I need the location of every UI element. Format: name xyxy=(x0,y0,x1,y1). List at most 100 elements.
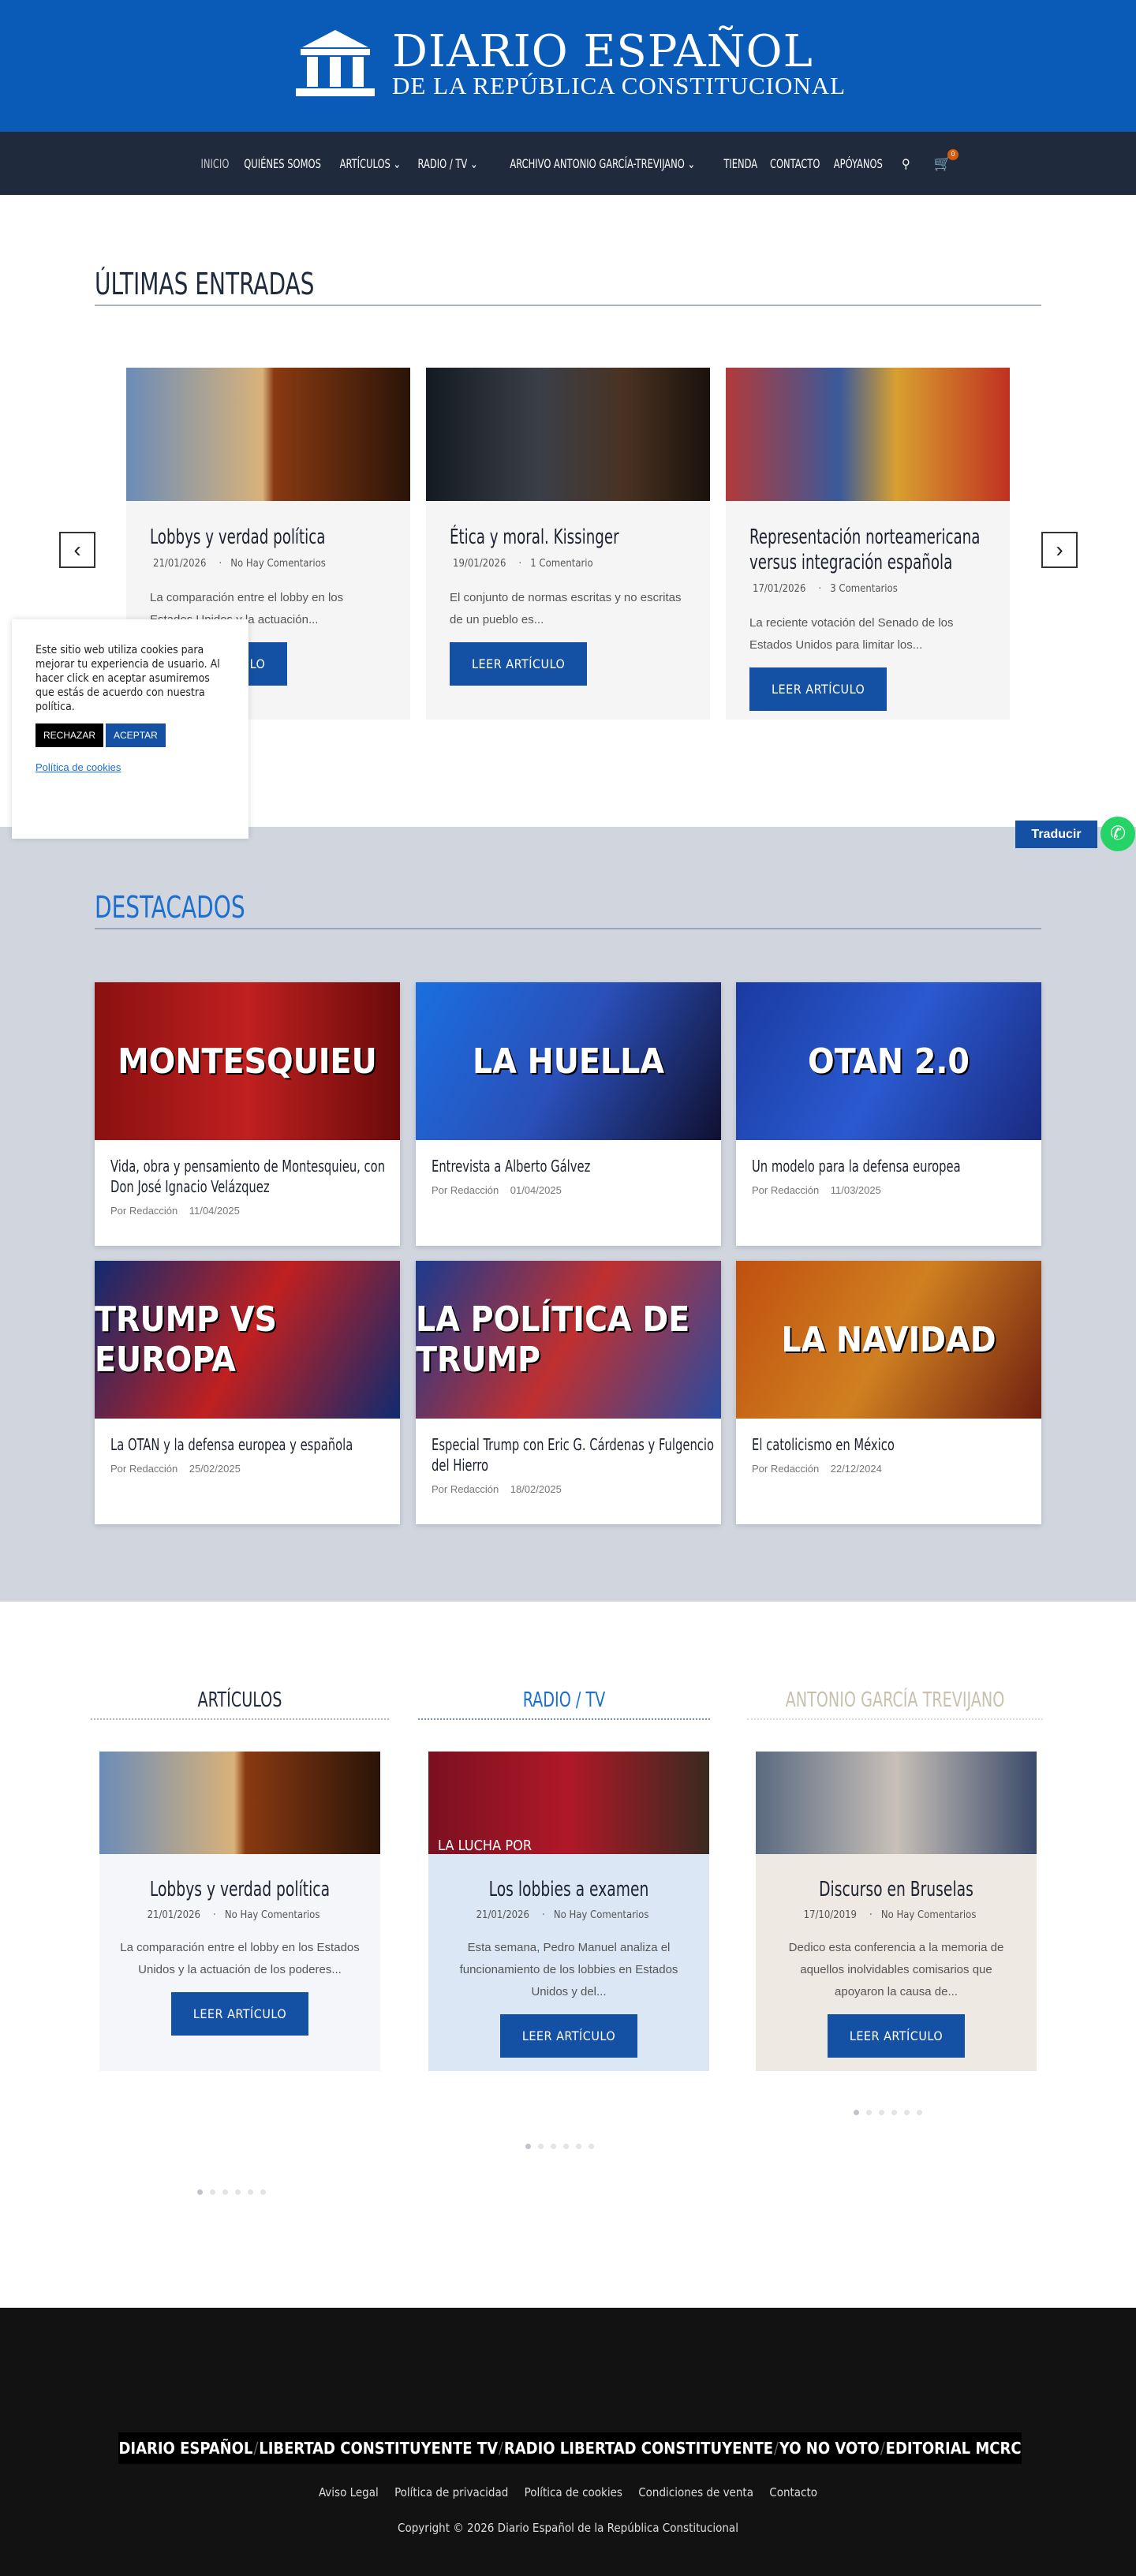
post-date: 22/12/2024 xyxy=(830,1463,882,1475)
post-title[interactable]: Discurso en Bruselas xyxy=(784,1878,1009,1901)
post-author[interactable]: Por Redacción xyxy=(110,1205,178,1217)
nav-contacto[interactable]: Contacto xyxy=(770,156,820,171)
featured-post-card: LA HUELLA Entrevista a Alberto Gálvez Po… xyxy=(416,982,721,1246)
post-title[interactable]: Entrevista a Alberto Gálvez xyxy=(432,1156,732,1176)
post-image[interactable]: LA HUELLA xyxy=(416,982,721,1140)
translate-button[interactable]: Traducir xyxy=(1015,821,1097,848)
column-heading-articulos[interactable]: ARTÍCULOS xyxy=(118,1688,362,1712)
post-comments[interactable]: No Hay Comentarios xyxy=(225,1909,320,1921)
cookie-policy-link[interactable]: Política de cookies xyxy=(36,761,225,773)
footer-link[interactable]: Aviso Legal xyxy=(319,2485,379,2499)
read-article-button[interactable]: LEER ARTÍCULO xyxy=(170,1992,309,2036)
post-date: 11/04/2025 xyxy=(189,1205,240,1217)
post-image[interactable] xyxy=(726,368,1010,501)
column-post-card: Discurso en Bruselas 17/10/2019 · No Hay … xyxy=(756,1752,1037,2071)
post-title[interactable]: Ética y moral. Kissinger xyxy=(450,525,652,550)
carousel-dots[interactable] xyxy=(854,2110,922,2115)
nav-quienes-somos[interactable]: Quiénes somos xyxy=(244,156,321,171)
column-post-card: LA LUCHA POR Los lobbies a examen 21/01/… xyxy=(428,1752,709,2071)
column-divider xyxy=(747,1718,1043,1720)
post-excerpt: El conjunto de normas escritas y no escr… xyxy=(450,591,682,626)
post-date: 19/01/2026 xyxy=(453,558,506,570)
read-article-button[interactable]: LEER ARTÍCULO xyxy=(450,642,588,686)
post-comments[interactable]: No Hay Comentarios xyxy=(881,1909,977,1921)
post-excerpt: La reciente votación del Senado de los E… xyxy=(749,616,954,652)
post-image[interactable]: LA LUCHA POR xyxy=(428,1752,709,1854)
cookie-reject-button[interactable]: RECHAZAR xyxy=(36,723,104,747)
post-title[interactable]: El catolicismo en México xyxy=(752,1434,1052,1455)
post-title[interactable]: Lobbys y verdad política xyxy=(150,525,353,550)
read-article-button[interactable]: LEER ARTÍCULO xyxy=(499,2014,638,2058)
latest-post-card: Representación norteamericana versus int… xyxy=(726,368,1010,720)
post-image[interactable]: MONTESQUIEU xyxy=(95,982,400,1140)
post-image[interactable]: OTAN 2.0 xyxy=(736,982,1041,1140)
featured-post-card: OTAN 2.0 Un modelo para la defensa europ… xyxy=(736,982,1041,1246)
post-image[interactable]: TRUMP VS EUROPA xyxy=(95,1261,400,1419)
nav-archivo[interactable]: Archivo Antonio García-Trevijano ⌄ xyxy=(510,156,695,171)
latest-post-card: Ética y moral. Kissinger 19/01/2026 · 1 C… xyxy=(426,368,710,720)
logo-subtitle: DE LA REPÚBLICA CONSTITUCIONAL xyxy=(392,72,846,99)
post-title[interactable]: Especial Trump con Eric G. Cárdenas y Fu… xyxy=(432,1434,732,1475)
partner-logos: DIARIO ESPAÑOL / LIBERTAD CONSTITUYENTE T… xyxy=(118,2432,1022,2464)
post-image[interactable] xyxy=(126,368,410,501)
logo-yo-no-voto[interactable]: YO NO VOTO xyxy=(779,2439,880,2458)
latest-title: ÚLTIMAS ENTRADAS xyxy=(95,267,315,301)
copyright: Copyright © 2026 Diario Español de la Re… xyxy=(398,2521,738,2535)
nav-articulos[interactable]: Artículos ⌄ xyxy=(340,156,401,171)
featured-post-card: MONTESQUIEU Vida, obra y pensamiento de … xyxy=(95,982,400,1246)
post-title[interactable]: Vida, obra y pensamiento de Montesquieu,… xyxy=(110,1156,411,1197)
post-title[interactable]: Representación norteamericana versus int… xyxy=(749,525,1015,575)
post-author[interactable]: Por Redacción xyxy=(752,1463,819,1475)
post-comments[interactable]: 3 Comentarios xyxy=(830,583,898,595)
post-image[interactable]: LA NAVIDAD xyxy=(736,1261,1041,1419)
logo-radio-libertad[interactable]: RADIO LIBERTAD CONSTITUYENTE xyxy=(504,2439,773,2458)
nav-tienda[interactable]: Tienda xyxy=(724,156,758,171)
image-caption: TRUMP VS EUROPA xyxy=(95,1299,277,1380)
cookie-banner: Este sitio web utiliza cookies para mejo… xyxy=(12,619,248,839)
whatsapp-icon[interactable]: ✆ xyxy=(1100,817,1135,851)
post-author[interactable]: Por Redacción xyxy=(110,1463,178,1475)
column-heading-trevijano[interactable]: ANTONIO GARCÍA TREVIJANO xyxy=(774,1688,1017,1712)
footer-link[interactable]: Contacto xyxy=(769,2485,817,2499)
post-author[interactable]: Por Redacción xyxy=(432,1184,499,1196)
column-heading-radio-tv[interactable]: RADIO / TV xyxy=(444,1688,683,1712)
post-image[interactable] xyxy=(756,1752,1037,1854)
post-image[interactable] xyxy=(99,1752,380,1854)
post-title[interactable]: La OTAN y la defensa europea y española xyxy=(110,1434,411,1455)
nav-radio-tv[interactable]: Radio / TV ⌄ xyxy=(417,156,477,171)
search-icon[interactable]: ⚲ xyxy=(902,156,910,171)
post-title[interactable]: Lobbys y verdad política xyxy=(128,1878,353,1901)
nav-inicio[interactable]: Inicio xyxy=(200,156,229,171)
cart-icon[interactable]: 🛒 0 xyxy=(934,148,959,172)
post-comments[interactable]: No Hay Comentarios xyxy=(230,558,326,570)
footer-link[interactable]: Política de cookies xyxy=(525,2485,622,2499)
nav-apoyanos[interactable]: Apóyanos xyxy=(834,156,883,171)
post-comments[interactable]: No Hay Comentarios xyxy=(554,1909,649,1921)
logo-editorial-mcrc[interactable]: EDITORIAL MCRC xyxy=(886,2439,1022,2458)
logo-diario-espanol[interactable]: DIARIO ESPAÑOL xyxy=(118,2439,252,2458)
featured-post-card: TRUMP VS EUROPA La OTAN y la defensa eur… xyxy=(95,1261,400,1524)
carousel-dots[interactable] xyxy=(197,2189,266,2195)
post-excerpt: Esta semana, Pedro Manuel analiza el fun… xyxy=(459,1941,678,1998)
logo-libertad-constituyente-tv[interactable]: LIBERTAD CONSTITUYENTE TV xyxy=(259,2439,498,2458)
site-logo[interactable]: DIARIO ESPAÑOL DE LA REPÚBLICA CONSTITUCI… xyxy=(296,30,846,98)
carousel-prev-button[interactable]: ‹ xyxy=(59,532,95,568)
footer-link[interactable]: Condiciones de venta xyxy=(638,2485,753,2499)
carousel-next-button[interactable]: › xyxy=(1041,532,1078,568)
post-title[interactable]: Un modelo para la defensa europea xyxy=(752,1156,1052,1176)
cookie-accept-button[interactable]: ACEPTAR xyxy=(106,723,166,747)
post-title[interactable]: Los lobbies a examen xyxy=(457,1878,682,1901)
post-image[interactable] xyxy=(426,368,710,501)
read-article-button[interactable]: LEER ARTÍCULO xyxy=(749,667,888,711)
image-caption: LA POLÍTICA DE TRUMP xyxy=(416,1299,690,1380)
post-author[interactable]: Por Redacción xyxy=(432,1483,499,1495)
carousel-dots[interactable] xyxy=(525,2144,594,2149)
read-article-button[interactable]: LEER ARTÍCULO xyxy=(827,2014,966,2058)
featured-post-card: LA POLÍTICA DE TRUMP Especial Trump con … xyxy=(416,1261,721,1524)
footer-link[interactable]: Política de privacidad xyxy=(394,2485,508,2499)
post-date: 17/10/2019 xyxy=(803,1909,857,1921)
post-comments[interactable]: 1 Comentario xyxy=(530,558,592,570)
footer-links: Aviso Legal Política de privacidad Polít… xyxy=(0,2485,1136,2499)
post-author[interactable]: Por Redacción xyxy=(752,1184,819,1196)
post-image[interactable]: LA POLÍTICA DE TRUMP xyxy=(416,1261,721,1419)
